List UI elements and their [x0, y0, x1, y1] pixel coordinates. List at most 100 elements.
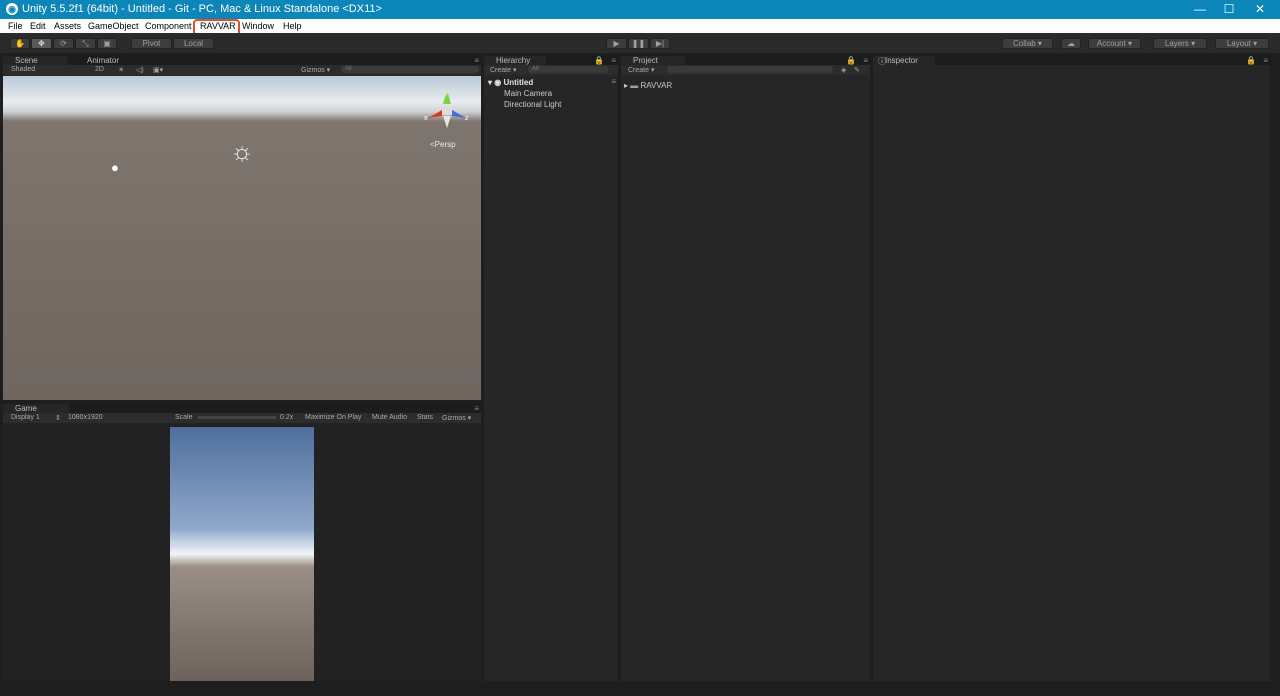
panel-menu-icon[interactable]: ≡ [1263, 56, 1268, 65]
mute-audio-toggle[interactable]: Mute Audio [372, 414, 407, 421]
project-folder-row[interactable]: ▸ ▬ RAVVAR [624, 81, 672, 90]
directional-light-icon[interactable]: ☼ [227, 136, 257, 166]
tab-scene[interactable]: Scene [3, 56, 67, 65]
game-toolbar: Display 1 ⇕ 1080x1920 Scale 0.2x Maximiz… [3, 413, 481, 423]
inspector-tabbar: Inspector ⓘ 🔒 ≡ [873, 55, 1270, 66]
layers-dropdown[interactable]: Layers ▾ [1153, 38, 1207, 49]
scene-root-row[interactable]: ▾ ◉ Untitled [488, 78, 533, 87]
info-icon: ⓘ [878, 57, 886, 66]
panel-menu-icon[interactable]: ≡ [474, 56, 479, 65]
scale-label: Scale [175, 414, 193, 421]
persp-label[interactable]: <Persp [430, 140, 456, 149]
account-dropdown[interactable]: Account ▾ [1088, 38, 1141, 49]
light-toggle-icon[interactable]: ☀ [118, 66, 124, 74]
scale-tool-icon[interactable]: ⤡ [75, 38, 96, 49]
camera-icon[interactable]: ● [111, 160, 119, 175]
audio-toggle-icon[interactable]: ◁) [136, 66, 144, 74]
project-tabbar: Project 🔒 ≡ [621, 55, 870, 65]
window-titlebar: ◉ Unity 5.5.2f1 (64bit) - Untitled - Git… [0, 0, 1280, 19]
pause-button-icon[interactable]: ❚❚ [628, 38, 649, 49]
minimize-button[interactable]: — [1185, 0, 1215, 19]
hierarchy-search-input[interactable]: All [528, 66, 608, 73]
tab-animator[interactable]: Animator [75, 56, 135, 65]
scene-name-label: Untitled [503, 78, 534, 87]
hand-tool-icon[interactable]: ✋ [10, 38, 30, 49]
step-button-icon[interactable]: ▶| [650, 38, 670, 49]
orientation-gizmo-icon[interactable]: x y z [420, 86, 472, 132]
menu-file[interactable]: File [8, 21, 23, 31]
unity-logo-icon: ◉ [6, 3, 18, 15]
cloud-icon[interactable]: ☁ [1061, 38, 1081, 49]
hierarchy-panel: Hierarchy 🔒 ≡ Create ▾ All ▾ ◉ Untitled … [484, 55, 618, 681]
menu-component[interactable]: Component [145, 21, 192, 31]
2d-toggle[interactable]: 2D [95, 66, 104, 73]
tab-game[interactable]: Game [3, 404, 69, 413]
folder-label: RAVVAR [640, 81, 673, 90]
maximize-button[interactable]: ☐ [1214, 0, 1244, 19]
layout-dropdown[interactable]: Layout ▾ [1215, 38, 1269, 49]
pivot-toggle[interactable]: Pivot [131, 38, 172, 49]
persp-text: Persp [434, 140, 456, 149]
game-viewport[interactable] [170, 427, 314, 681]
lock-icon[interactable]: 🔒 [594, 56, 604, 65]
menu-window[interactable]: Window [242, 21, 274, 31]
menu-gameobject[interactable]: GameObject [88, 21, 139, 31]
scene-search-input[interactable]: All [341, 66, 479, 73]
shading-dropdown[interactable]: Shaded [11, 66, 35, 73]
effects-toggle-icon[interactable]: ▣▾ [153, 66, 163, 74]
game-tabbar: Game ≡ [3, 403, 481, 413]
display-dropdown[interactable]: Display 1 [11, 414, 40, 421]
tab-project[interactable]: Project [621, 56, 685, 65]
inspector-panel: Inspector ⓘ 🔒 ≡ [873, 55, 1270, 681]
menu-edit[interactable]: Edit [30, 21, 46, 31]
display-arrows-icon: ⇕ [55, 415, 61, 422]
close-button[interactable]: ✕ [1245, 0, 1275, 19]
hierarchy-item-main-camera[interactable]: Main Camera [504, 89, 552, 98]
stats-toggle[interactable]: Stats [417, 414, 433, 421]
project-toolbar: Create ▾ ◈ ✎ [621, 65, 870, 75]
expand-arrow-icon[interactable]: ▸ [624, 81, 628, 90]
rotate-tool-icon[interactable]: ⟳ [53, 38, 74, 49]
project-create-dropdown[interactable]: Create ▾ [628, 66, 654, 74]
tab-hierarchy[interactable]: Hierarchy [484, 56, 546, 65]
svg-text:x: x [424, 115, 428, 122]
window-title: Unity 5.5.2f1 (64bit) - Untitled - Git -… [22, 3, 382, 15]
hierarchy-toolbar: Create ▾ All [484, 65, 618, 75]
unity-scene-icon: ◉ [494, 78, 502, 87]
collab-dropdown[interactable]: Collab ▾ [1002, 38, 1053, 49]
rect-tool-icon[interactable]: ▣ [97, 38, 117, 49]
svg-text:z: z [465, 115, 469, 122]
lock-icon[interactable]: 🔒 [846, 56, 856, 65]
main-toolbar: ✋ ✥ ⟳ ⤡ ▣ Pivot Local ▶ ❚❚ ▶| Collab ▾ ☁… [0, 33, 1280, 53]
expand-arrow-icon[interactable]: ▾ [488, 78, 492, 87]
scale-slider[interactable] [198, 416, 276, 419]
scene-menu-icon[interactable]: ≡ [611, 77, 616, 86]
hierarchy-create-dropdown[interactable]: Create ▾ [490, 66, 516, 74]
scene-viewport[interactable] [3, 76, 481, 400]
panel-menu-icon[interactable]: ≡ [474, 404, 479, 413]
game-gizmos-dropdown[interactable]: Gizmos ▾ [442, 414, 471, 422]
gizmos-dropdown[interactable]: Gizmos ▾ [301, 66, 330, 74]
move-tool-icon[interactable]: ✥ [31, 38, 52, 49]
menu-help[interactable]: Help [283, 21, 302, 31]
hierarchy-tabbar: Hierarchy 🔒 ≡ [484, 55, 618, 65]
project-search-input[interactable] [667, 66, 833, 73]
panel-menu-icon[interactable]: ≡ [611, 56, 616, 65]
play-button-icon[interactable]: ▶ [606, 38, 627, 49]
hierarchy-item-directional-light[interactable]: Directional Light [504, 100, 561, 109]
menu-assets[interactable]: Assets [54, 21, 81, 31]
maximize-on-play-toggle[interactable]: Maximize On Play [305, 414, 361, 421]
resolution-dropdown[interactable]: 1080x1920 [68, 414, 103, 421]
svg-text:y: y [445, 89, 449, 96]
scale-value: 0.2x [280, 414, 294, 421]
folder-icon: ▬ [630, 81, 639, 90]
scene-toolbar: Shaded 2D ☀ ◁) ▣▾ Gizmos ▾ All [3, 65, 481, 75]
filter-label-icon[interactable]: ✎ [854, 66, 860, 74]
scene-tabbar: Scene Animator ≡ [3, 55, 481, 65]
lock-icon[interactable]: 🔒 [1246, 56, 1256, 65]
local-toggle[interactable]: Local [173, 38, 214, 49]
filter-type-icon[interactable]: ◈ [841, 66, 846, 74]
menu-bar: File Edit Assets GameObject Component RA… [0, 19, 1280, 33]
panel-menu-icon[interactable]: ≡ [863, 56, 868, 65]
project-panel: Project 🔒 ≡ Create ▾ ◈ ✎ ▸ ▬ RAVVAR [621, 55, 870, 681]
